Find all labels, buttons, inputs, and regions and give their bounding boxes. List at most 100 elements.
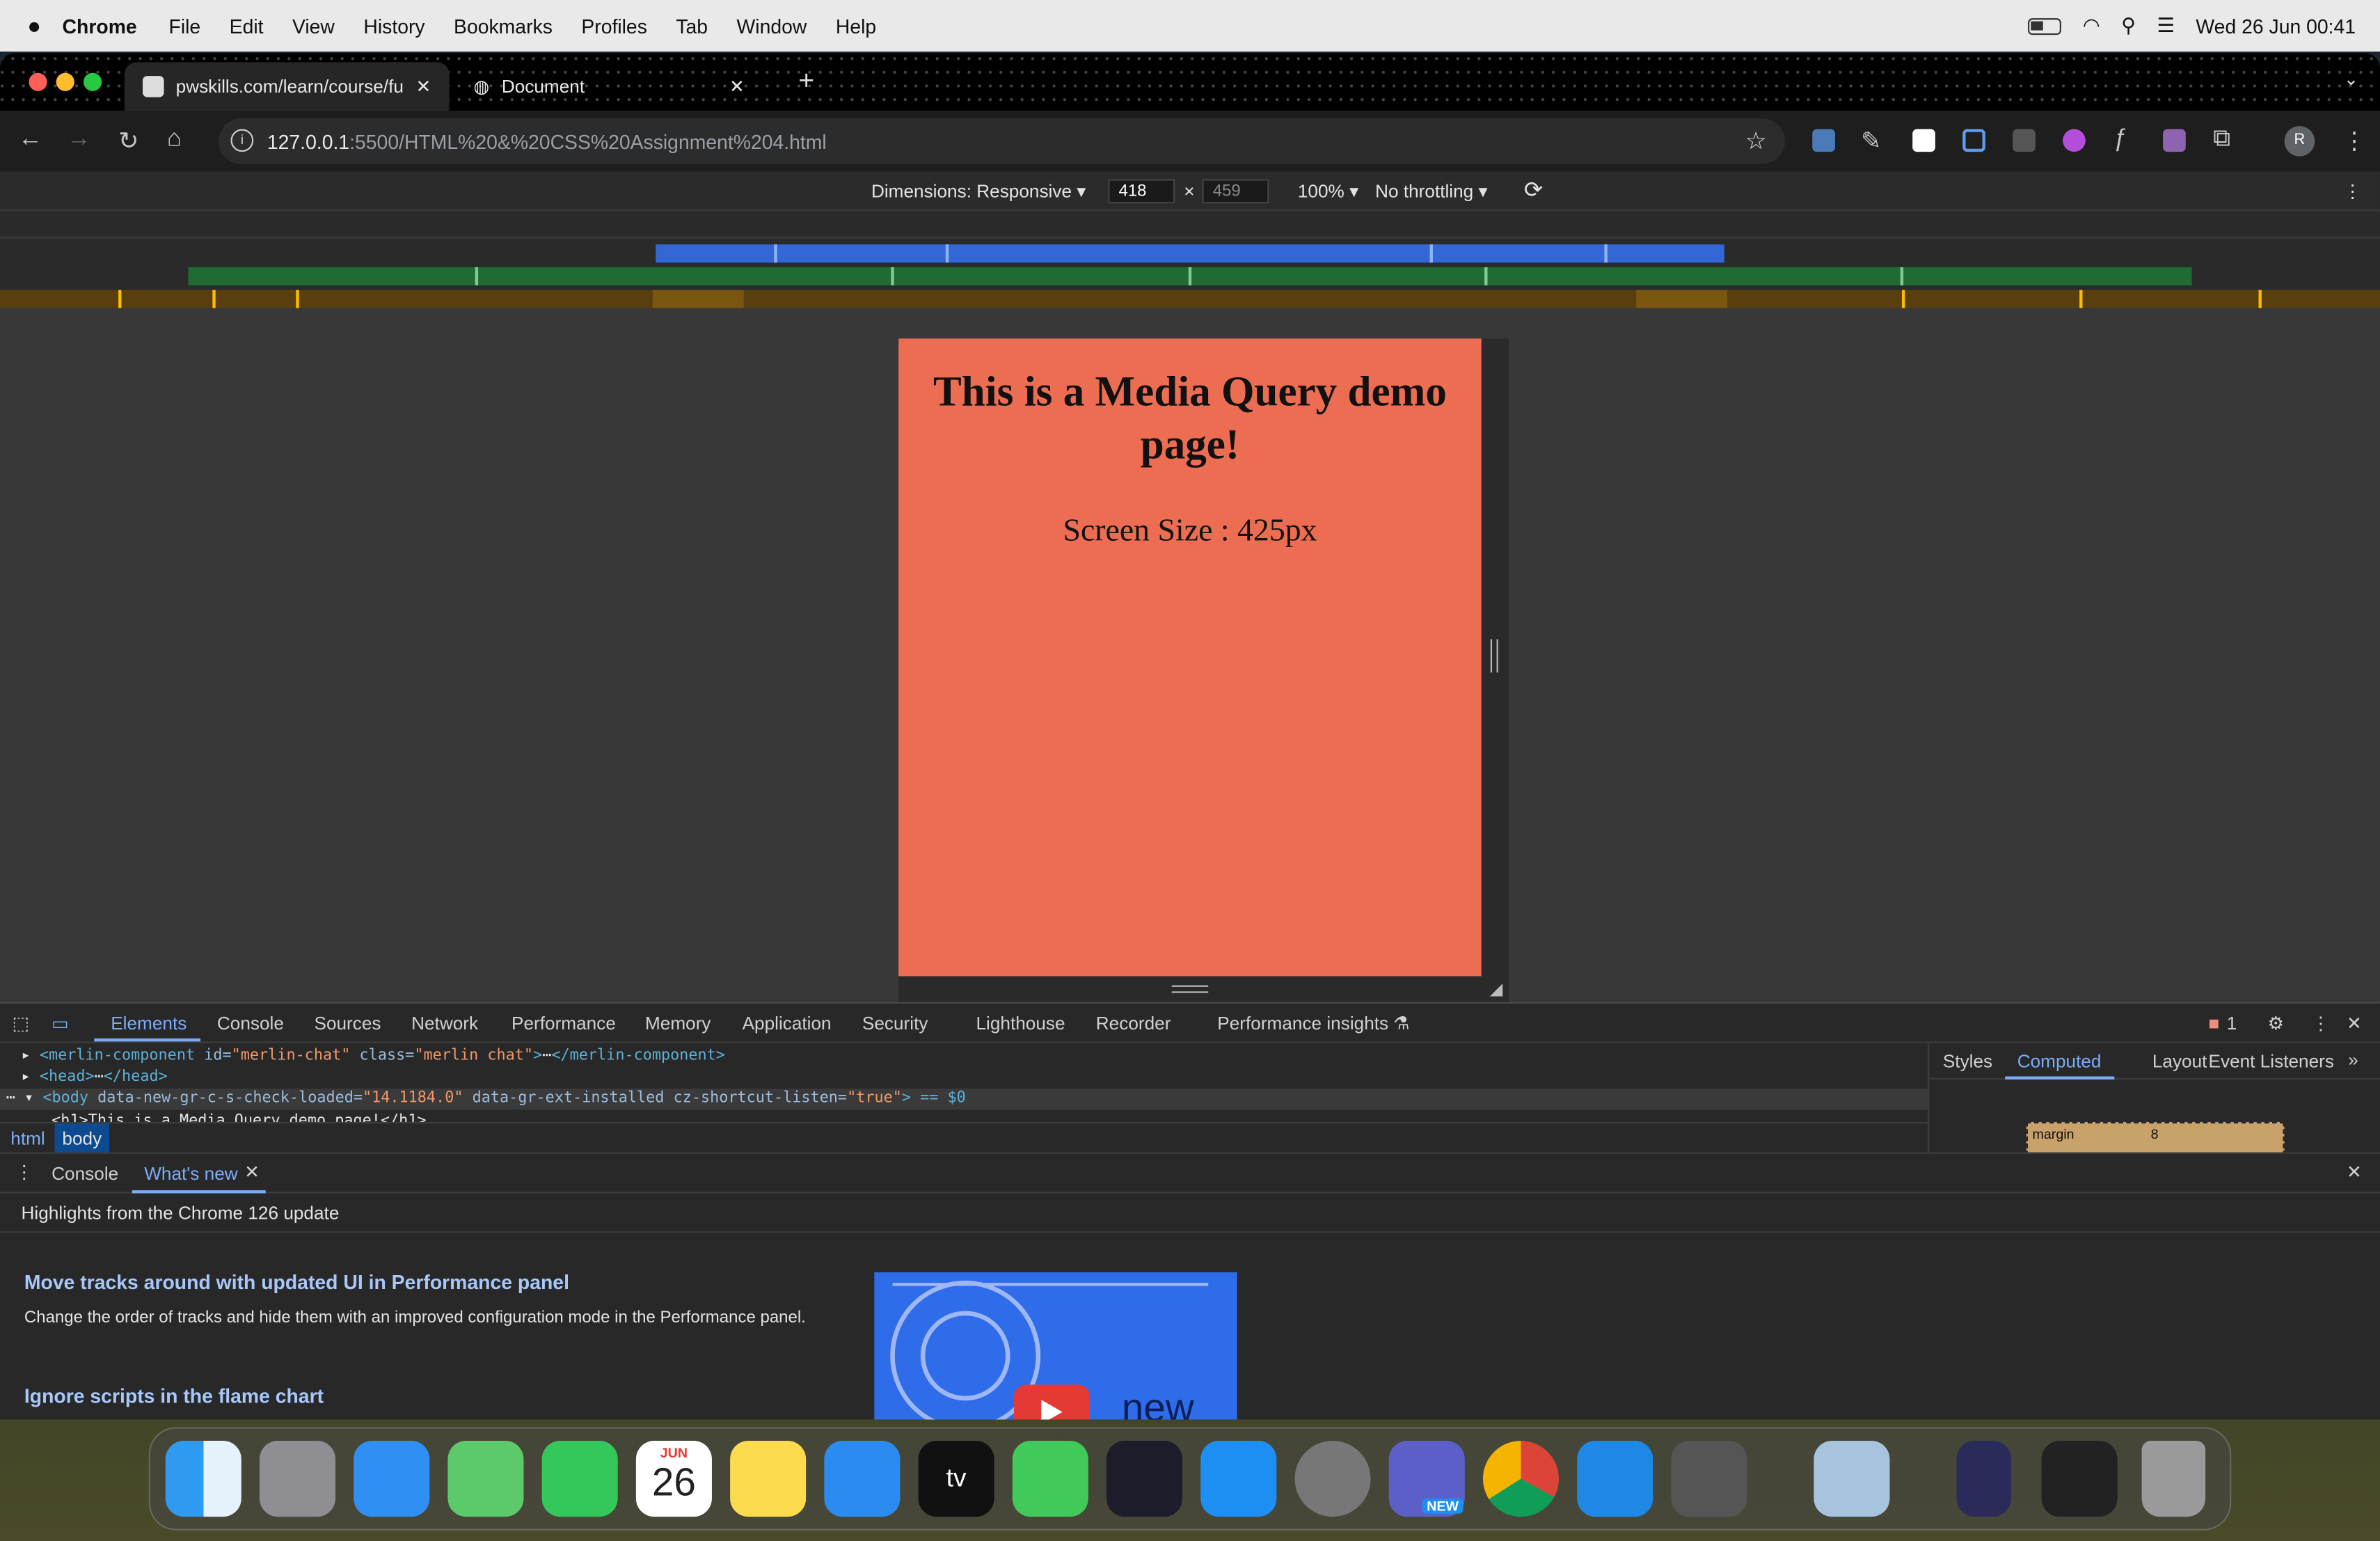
preview-icon[interactable] (1814, 1441, 1890, 1517)
tab-memory[interactable]: Memory (645, 1013, 711, 1034)
close-whats-new-icon[interactable]: ✕ (244, 1162, 260, 1183)
screenshot-extension-icon[interactable] (1962, 129, 1985, 152)
dom-node-head[interactable]: ▸ <head>⋯</head> (22, 1069, 168, 1086)
expand-arrow-icon[interactable]: ▸ (22, 1069, 31, 1086)
minimize-window-button[interactable] (56, 72, 74, 91)
max-width-query-bar[interactable] (656, 244, 1724, 263)
close-drawer-icon[interactable]: ✕ (2347, 1162, 2362, 1183)
viewport-width-input[interactable]: 418 (1108, 179, 1175, 204)
resize-corner-icon[interactable]: ◢ (1490, 979, 1502, 999)
menu-app-name[interactable]: Chrome (63, 15, 137, 38)
zoom-window-button[interactable] (83, 72, 102, 91)
launchpad-icon[interactable] (259, 1441, 336, 1517)
viewport-height-input[interactable]: 459 (1202, 179, 1269, 204)
calculator-icon[interactable] (1671, 1441, 1747, 1517)
apple-icon[interactable]: ● (27, 13, 41, 39)
voice-memos-icon[interactable] (1106, 1441, 1183, 1517)
ellipsis-icon[interactable]: ⋯ (95, 1069, 104, 1086)
more-dots-icon[interactable]: ⋯ (6, 1090, 15, 1107)
settings-gear-icon[interactable]: ⚙ (2268, 1013, 2284, 1034)
close-window-button[interactable] (29, 72, 47, 91)
expand-arrow-icon[interactable]: ▸ (22, 1048, 31, 1064)
battery-icon[interactable] (2028, 17, 2062, 35)
site-info-icon[interactable]: i (230, 129, 254, 152)
tab-lighthouse[interactable]: Lighthouse (976, 1013, 1065, 1034)
wallpaper-file-icon[interactable] (1956, 1441, 2011, 1517)
min-width-query-highlight[interactable] (652, 290, 744, 308)
more-tabs-chevron-icon[interactable]: » (2348, 1049, 2358, 1070)
box-model-value[interactable]: 8 (2151, 1127, 2159, 1142)
system-settings-icon[interactable] (1294, 1441, 1371, 1517)
menu-profiles[interactable]: Profiles (581, 15, 647, 38)
tab-event-listeners[interactable]: Event Listeners (2209, 1050, 2334, 1072)
tab-elements[interactable]: Elements (111, 1013, 187, 1034)
wifi-icon[interactable]: ◠ (2083, 14, 2100, 38)
keynote-icon[interactable] (824, 1441, 901, 1517)
tab-performance[interactable]: Performance (511, 1013, 616, 1034)
calendar-icon[interactable]: JUN 26 (635, 1441, 712, 1517)
box-model-margin[interactable]: margin 8 (2026, 1121, 2285, 1155)
drawer-tab-whats-new[interactable]: What's new (144, 1163, 237, 1185)
mail-icon[interactable] (354, 1441, 430, 1517)
maps-icon[interactable] (447, 1441, 524, 1517)
screenshot-stack-icon[interactable] (2041, 1441, 2118, 1517)
inspect-element-icon[interactable]: ⬚ (12, 1013, 29, 1034)
trash-icon[interactable] (2141, 1441, 2206, 1517)
teams-icon[interactable]: NEW (1388, 1441, 1465, 1517)
extension-icon-7[interactable] (2163, 129, 2186, 152)
extension-icon-4[interactable] (2013, 129, 2036, 152)
rotate-icon[interactable]: ⟳ (1524, 176, 1543, 203)
collapse-arrow-icon[interactable]: ▾ (24, 1090, 33, 1107)
menu-view[interactable]: View (292, 15, 335, 38)
breadcrumb-body[interactable]: body (54, 1123, 110, 1153)
feature-title-performance[interactable]: Move tracks around with updated UI in Pe… (24, 1271, 569, 1294)
address-bar[interactable]: i 127.0.0.1:5500/HTML%20&%20CSS%20Assign… (219, 118, 1785, 164)
throttling-dropdown[interactable]: No throttling ▾ (1375, 181, 1488, 203)
tab-network[interactable]: Network (411, 1013, 478, 1034)
tab-pwskills[interactable]: pwskills.com/learn/course/ful ✕ (124, 62, 450, 111)
menu-history[interactable]: History (363, 15, 425, 38)
issues-count[interactable]: 1 (2227, 1013, 2237, 1034)
drawer-tab-console[interactable]: Console (51, 1163, 118, 1185)
resize-handle-bottom[interactable]: ◢ (898, 976, 1509, 1004)
menu-file[interactable]: File (169, 15, 201, 38)
reload-icon[interactable]: ↻ (118, 126, 138, 157)
breadcrumb-html[interactable]: html (10, 1128, 45, 1150)
forward-icon[interactable]: → (67, 126, 91, 153)
extensions-puzzle-icon[interactable]: ⧉ (2213, 126, 2230, 153)
menu-window[interactable]: Window (737, 15, 807, 38)
clock[interactable]: Wed 26 Jun 00:41 (2196, 15, 2356, 38)
menu-bookmarks[interactable]: Bookmarks (454, 15, 553, 38)
device-toolbar-more-icon[interactable]: ⋮ (2344, 181, 2362, 203)
control-center-icon[interactable]: ☰ (2157, 14, 2174, 38)
profile-avatar[interactable]: R (2284, 126, 2315, 157)
menu-help[interactable]: Help (836, 15, 876, 38)
extension-icon-b[interactable] (1912, 129, 1935, 152)
drawer-menu-icon[interactable]: ⋮ (15, 1162, 33, 1183)
numbers-icon[interactable] (1012, 1441, 1088, 1517)
menu-edit[interactable]: Edit (230, 15, 264, 38)
tab-layout[interactable]: Layout (2152, 1050, 2207, 1072)
min-width-query-bar[interactable] (0, 290, 2380, 308)
dimensions-dropdown[interactable]: Dimensions: Responsive ▾ (871, 181, 1086, 203)
home-icon[interactable]: ⌂ (167, 126, 182, 153)
extension-icon-5[interactable] (2063, 129, 2086, 152)
notes-icon[interactable] (730, 1441, 807, 1517)
device-toggle-icon[interactable]: ▭ (51, 1013, 69, 1034)
close-tab-icon[interactable]: ✕ (415, 76, 431, 97)
feature-title-ignore-scripts[interactable]: Ignore scripts in the flame chart (24, 1384, 324, 1407)
formula-extension-icon[interactable]: ƒ (2113, 126, 2126, 153)
facetime-icon[interactable] (541, 1441, 618, 1517)
dom-node-merlin[interactable]: ▸ <merlin-component id="merlin-chat" cla… (22, 1048, 725, 1064)
ellipsis-icon[interactable]: ⋯ (542, 1048, 551, 1064)
dom-node-body-selected[interactable]: ⋯ ▾ <body data-new-gr-c-s-check-loaded="… (0, 1088, 1928, 1110)
back-icon[interactable]: ← (18, 126, 42, 153)
tab-recorder[interactable]: Recorder (1096, 1013, 1171, 1034)
tab-security[interactable]: Security (862, 1013, 928, 1034)
close-tab-icon[interactable]: ✕ (729, 76, 745, 97)
color-picker-extension-icon[interactable]: ✎ (1861, 126, 1881, 157)
chrome-menu-icon[interactable]: ⋮ (2342, 126, 2366, 157)
tab-console[interactable]: Console (217, 1013, 284, 1034)
menu-tab[interactable]: Tab (676, 15, 708, 38)
new-tab-icon[interactable]: + (798, 65, 814, 97)
